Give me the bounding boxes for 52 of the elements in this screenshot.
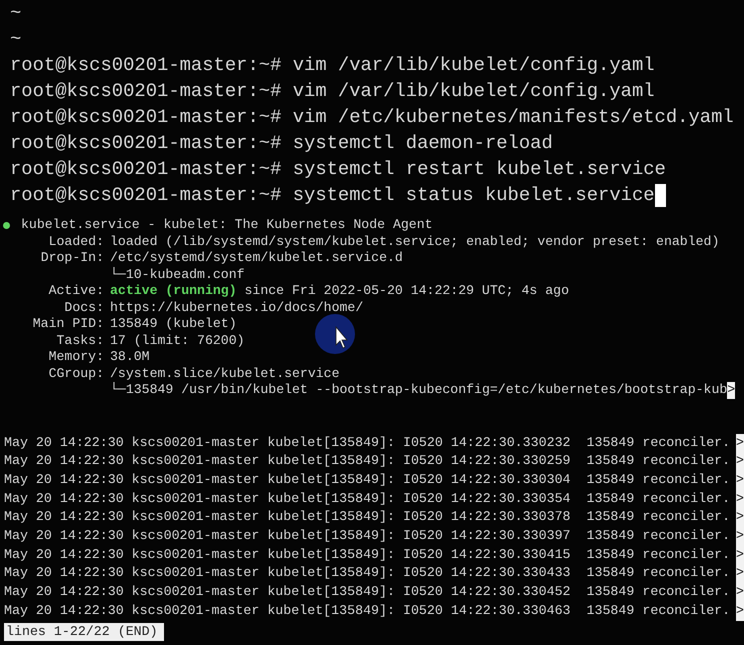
- field-value: since Fri 2022-05-20 14:22:29 UTC; 4s ago: [244, 283, 569, 300]
- command-line: root@kscs00201-master:~# vim /var/lib/kubelet/config.yaml: [10, 53, 655, 78]
- field-label: Main PID:: [32, 316, 104, 332]
- tilde-marker: ~: [10, 1, 22, 26]
- field-label: Drop-In:: [40, 250, 104, 266]
- tilde-marker: ~: [10, 27, 22, 52]
- tree-line: └─10-kubeadm.conf: [110, 266, 245, 283]
- field-value: 17 (limit: 76200): [110, 332, 245, 349]
- log-line: May 20 14:22:30 kscs00201-master kubelet[135849]: I0520 14:22:30.330415 135849 reconciler.: [4, 546, 730, 564]
- log-line: May 20 14:22:30 kscs00201-master kubelet[135849]: I0520 14:22:30.330232 135849 reconciler.: [4, 434, 730, 452]
- overflow-marker: >: [736, 508, 744, 528]
- command-line: root@kscs00201-master:~# systemctl daemon-reload: [10, 131, 553, 156]
- log-line: May 20 14:22:30 kscs00201-master kubelet[135849]: I0520 14:22:30.330452 135849 reconciler.: [4, 583, 730, 602]
- overflow-marker: >: [736, 470, 744, 490]
- log-line: May 20 14:22:30 kscs00201-master kubelet[135849]: I0520 14:22:30.330259 135849 reconciler.: [4, 452, 730, 470]
- log-line: May 20 14:22:30 kscs00201-master kubelet[135849]: I0520 14:22:30.330354 135849 reconciler.: [4, 490, 730, 508]
- field-label: Loaded:: [48, 234, 104, 250]
- tree-line: └─135849 /usr/bin/kubelet --bootstrap-kubeconfig=/etc/kubernetes/bootstrap-kub: [110, 382, 728, 398]
- field-label: Docs:: [63, 300, 104, 316]
- log-line: May 20 14:22:30 kscs00201-master kubelet[135849]: I0520 14:22:30.330433 135849 reconciler.: [4, 564, 730, 582]
- command-line: root@kscs00201-master:~# systemctl restart kubelet.service: [10, 157, 666, 182]
- status-text: active (running): [110, 283, 237, 300]
- field-value: 135849 (kubelet): [110, 316, 237, 332]
- log-line: May 20 14:22:30 kscs00201-master kubelet[135849]: I0520 14:22:30.330304 135849 reconciler.: [4, 470, 730, 489]
- log-line: May 20 14:22:30 kscs00201-master kubelet[135849]: I0520 14:22:30.330378 135849 reconciler.: [4, 508, 730, 526]
- field-value: loaded (/lib/systemd/system/kubelet.service; enabled; vendor preset: enabled): [110, 234, 720, 250]
- field-value: /etc/systemd/system/kubelet.service.d: [110, 250, 403, 266]
- command-line: root@kscs00201-master:~# vim /etc/kubernetes/manifests/etcd.yaml: [10, 105, 734, 130]
- status-dot: [3, 222, 10, 229]
- field-value: 38.0M: [110, 349, 150, 366]
- overflow-marker: >: [736, 583, 744, 602]
- command-line: root@kscs00201-master:~# systemctl status kubelet.service: [10, 183, 655, 208]
- overflow-marker: >: [736, 527, 744, 546]
- overflow-marker: >: [727, 382, 736, 398]
- field-label: CGroup:: [48, 366, 104, 382]
- field-label: Memory:: [48, 349, 104, 366]
- mouse-pointer-icon: [314, 313, 356, 355]
- field-value: /system.slice/kubelet.service: [110, 366, 340, 382]
- unit-title: kubelet.service - kubelet: The Kubernetes Node Agent: [21, 217, 433, 234]
- overflow-marker: >: [736, 452, 744, 471]
- field-label: Tasks:: [56, 332, 104, 349]
- log-line: May 20 14:22:30 kscs00201-master kubelet[135849]: I0520 14:22:30.330397 135849 reconciler.: [4, 527, 730, 546]
- overflow-marker: >: [736, 564, 744, 584]
- overflow-marker: >: [736, 546, 744, 564]
- field-value: https://kubernetes.io/docs/home/: [110, 300, 364, 316]
- overflow-marker: >: [736, 602, 744, 621]
- log-line: May 20 14:22:30 kscs00201-master kubelet[135849]: I0520 14:22:30.330463 135849 reconciler.: [4, 602, 730, 620]
- overflow-marker: >: [736, 490, 744, 508]
- command-line: root@kscs00201-master:~# vim /var/lib/kubelet/config.yaml: [10, 79, 655, 104]
- field-label: Active:: [48, 283, 104, 300]
- pager-status: lines 1-22/22 (END): [4, 622, 164, 641]
- overflow-marker: >: [736, 434, 744, 452]
